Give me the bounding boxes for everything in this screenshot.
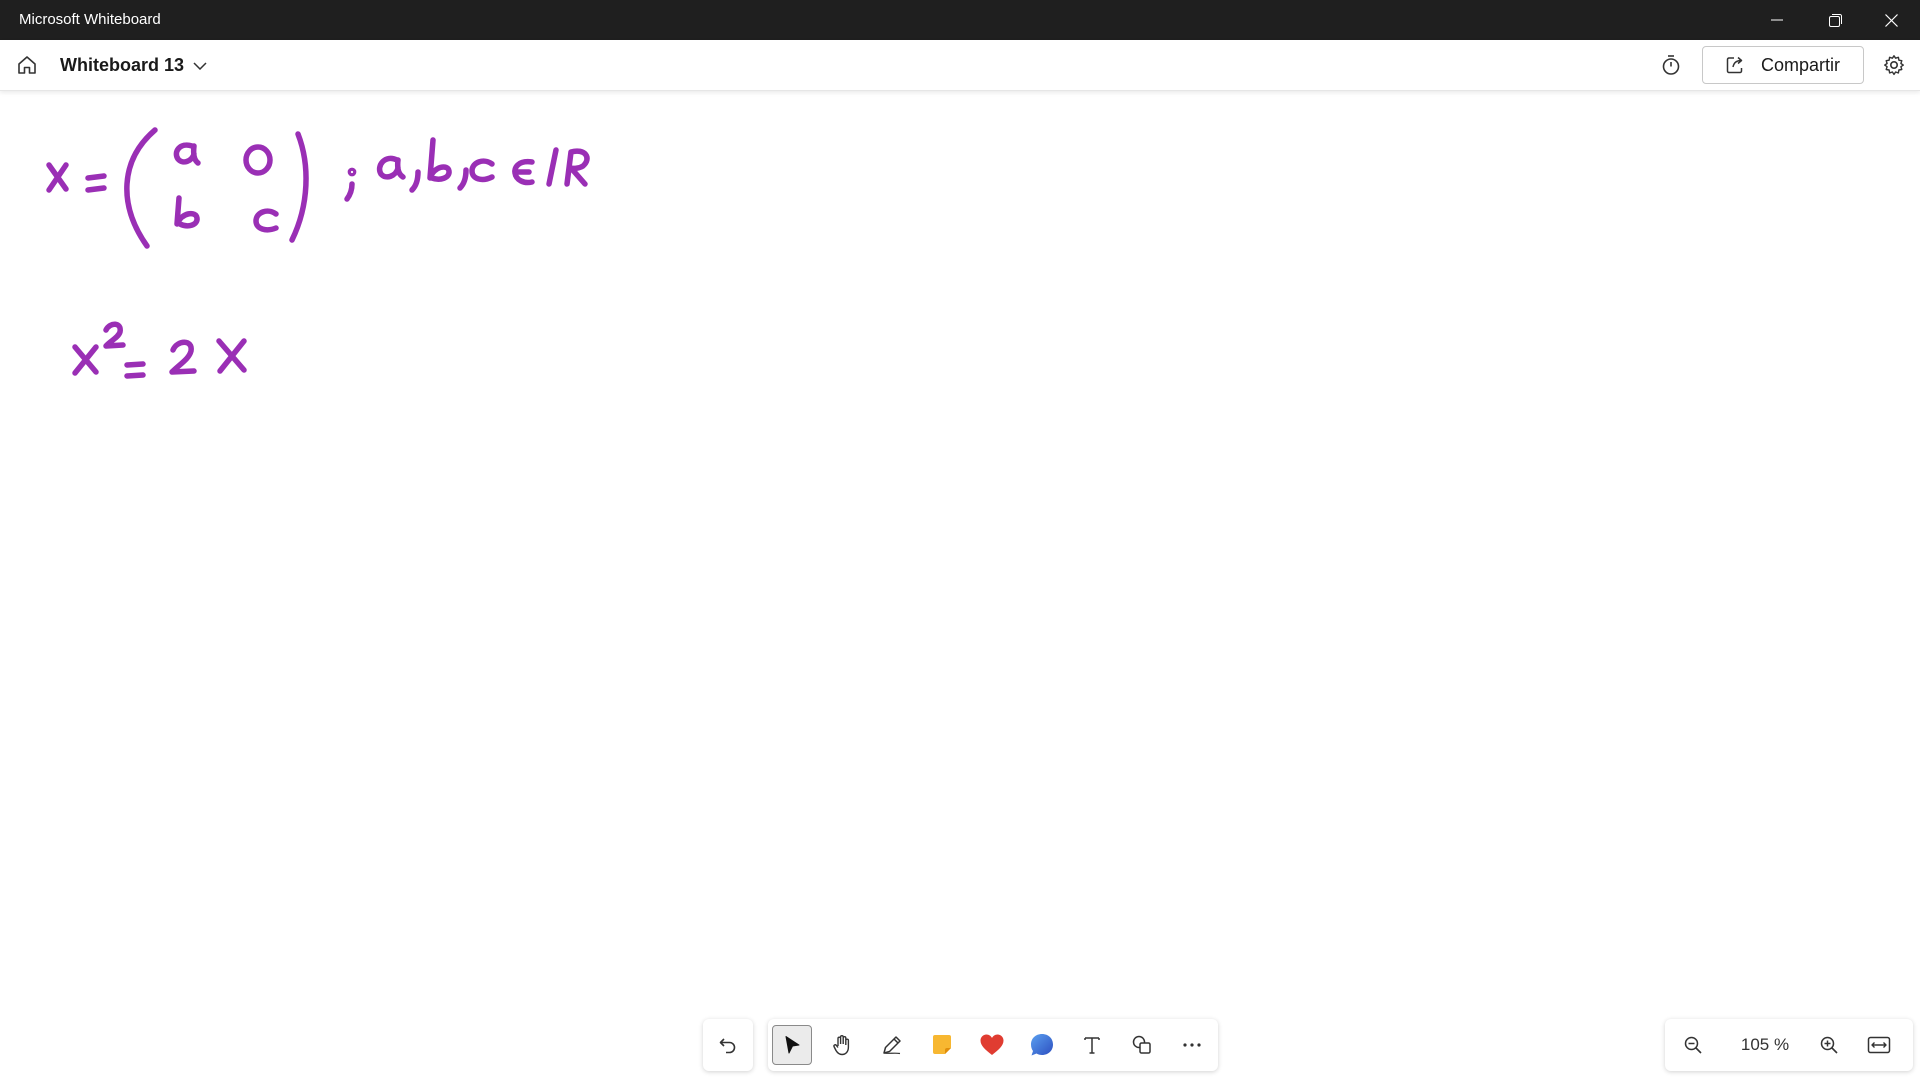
zoom-out-button[interactable] [1673,1025,1713,1065]
text-tool[interactable] [1072,1025,1112,1065]
zoom-out-icon [1684,1036,1702,1054]
gear-icon [1884,55,1904,76]
share-label: Compartir [1761,54,1841,75]
timer-button[interactable] [1655,49,1687,81]
undo-icon [719,1038,736,1054]
fit-to-screen-button[interactable] [1859,1025,1899,1065]
pen-tool[interactable] [872,1025,912,1065]
share-button[interactable]: Compartir [1702,46,1864,84]
restore-icon [1828,13,1842,27]
select-tool[interactable] [772,1025,812,1065]
text-icon [1084,1037,1100,1054]
minimize-icon [1771,19,1783,21]
title-bar: Microsoft Whiteboard [0,0,1920,40]
comment-icon [1031,1034,1053,1056]
chevron-down-icon [193,62,207,70]
share-icon [1725,54,1747,76]
board-menu-button[interactable] [190,56,210,76]
pen-icon [883,1036,901,1055]
heart-icon [980,1034,1004,1055]
close-icon [1884,13,1898,27]
sticky-note-icon [933,1035,951,1054]
restore-button[interactable] [1806,0,1864,40]
hand-icon [833,1035,850,1056]
zoom-in-icon [1820,1036,1838,1054]
home-button[interactable] [10,48,44,82]
timer-icon [1662,55,1680,75]
undo-group [703,1019,753,1071]
more-icon [1183,1043,1201,1047]
home-icon [18,56,36,74]
minimize-button[interactable] [1748,0,1806,40]
hand-tool[interactable] [822,1025,862,1065]
close-button[interactable] [1862,0,1920,40]
settings-button[interactable] [1877,49,1911,81]
fit-screen-icon [1867,1036,1891,1054]
comment-tool[interactable] [1022,1025,1062,1065]
shapes-tool[interactable] [1122,1025,1162,1065]
sticky-note-tool[interactable] [922,1025,962,1065]
zoom-group: 105 % [1665,1019,1913,1071]
undo-button[interactable] [708,1025,748,1065]
more-tools-button[interactable] [1172,1025,1212,1065]
app-bar: Whiteboard 13 Compartir [0,40,1920,91]
shapes-icon [1132,1035,1151,1054]
board-title[interactable]: Whiteboard 13 [60,40,184,90]
tools-group [768,1019,1218,1071]
handwritten-ink[interactable] [0,91,700,421]
select-icon [785,1036,800,1054]
window-title: Microsoft Whiteboard [19,11,161,28]
reactions-tool[interactable] [972,1025,1012,1065]
whiteboard-app: Microsoft Whiteboard Whiteboard 13 Compa… [0,0,1920,1080]
zoom-level[interactable]: 105 % [1721,1035,1809,1055]
whiteboard-canvas[interactable] [0,91,1920,1080]
zoom-in-button[interactable] [1809,1025,1849,1065]
